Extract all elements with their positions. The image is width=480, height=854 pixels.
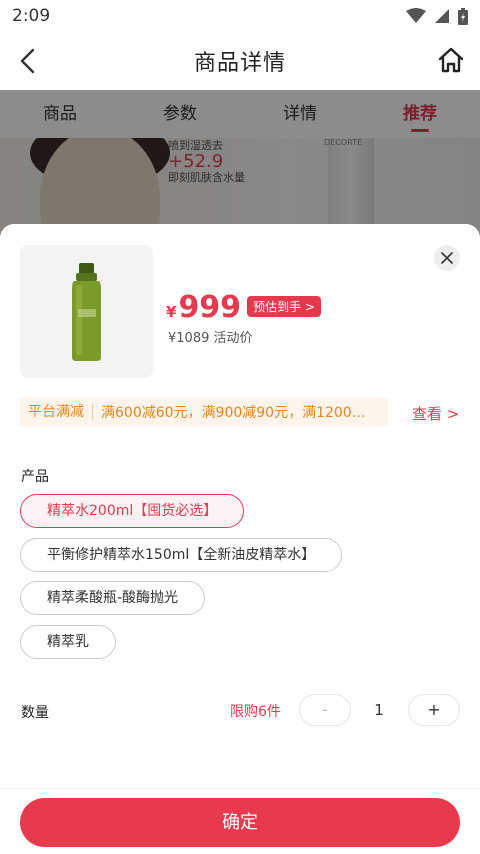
product-options-label: 产品 (21, 469, 49, 485)
page-title: 商品详情 (193, 51, 286, 76)
status-time: 2:09 (12, 6, 51, 26)
option-item[interactable]: 精萃柔酸瓶-酸酶抛光 (20, 581, 206, 615)
purchase-limit: 限购6件 (230, 704, 281, 720)
promo-bar: 平台满减 满600减60元，满900减90元，满1200… (20, 397, 388, 427)
price-value: 999 (178, 290, 242, 325)
status-icons (406, 7, 468, 25)
product-thumbnail (20, 245, 153, 378)
decrement-button[interactable]: - (299, 694, 351, 726)
status-bar: 2:09 (0, 0, 480, 32)
original-price: ¥1089 活动价 (168, 331, 253, 346)
price-currency: ¥ (166, 303, 177, 321)
footer-divider (0, 788, 480, 789)
back-arrow-icon[interactable] (14, 46, 44, 76)
option-item[interactable]: 平衡修护精萃水150ml【全新油皮精萃水】 (20, 538, 343, 572)
wifi-icon (406, 8, 426, 23)
signal-icon (435, 9, 449, 23)
option-item[interactable]: 精萃水200ml【囤货必选】 (20, 494, 245, 528)
home-icon[interactable] (436, 45, 466, 75)
increment-button[interactable]: + (408, 694, 460, 726)
battery-icon (458, 7, 468, 25)
close-icon (441, 252, 453, 264)
option-item[interactable]: 精萃乳 (20, 625, 116, 659)
confirm-button[interactable]: 确定 (20, 798, 460, 847)
promo-text: 满600减60元，满900减90元，满1200… (101, 405, 366, 421)
product-bottle-image (72, 263, 101, 361)
quantity-value[interactable]: 1 (360, 701, 398, 719)
app-header: 商品详情 (0, 32, 480, 90)
view-promo-link[interactable]: 查看 > (412, 403, 459, 424)
estimate-badge[interactable]: 预估到手 > (247, 296, 321, 317)
quantity-label: 数量 (21, 705, 49, 721)
price-row: ¥ 999 预估到手 > (166, 290, 321, 325)
close-button[interactable] (434, 245, 460, 271)
promo-tag: 平台满减 (20, 404, 93, 420)
